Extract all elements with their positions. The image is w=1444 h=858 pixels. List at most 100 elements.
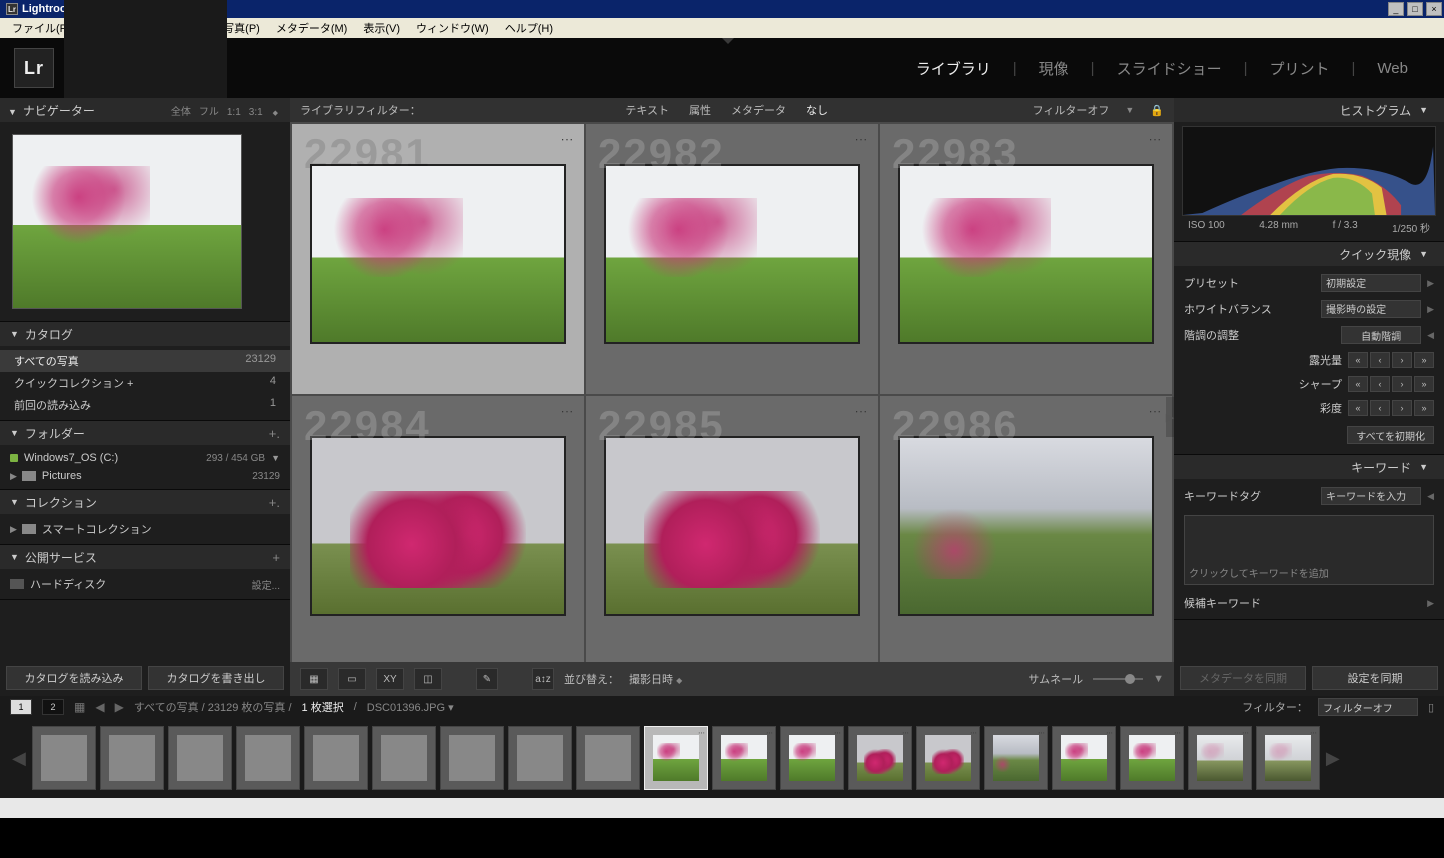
filmstrip-cell[interactable]: ∙∙∙ (1052, 726, 1116, 790)
chevron-left-icon[interactable]: ◀ (1421, 330, 1434, 341)
whitebalance-dropdown[interactable]: 撮影時の設定 (1321, 300, 1421, 318)
cell-menu-icon[interactable]: ∙∙∙ (1149, 404, 1162, 418)
cell-menu-icon[interactable]: ∙∙∙ (902, 728, 909, 737)
zoom-level-option[interactable]: フル (199, 107, 219, 118)
menu-item[interactable]: 表示(V) (355, 18, 408, 38)
menu-item[interactable]: ウィンドウ(W) (408, 18, 497, 38)
preset-dropdown[interactable]: 初期設定 (1321, 274, 1421, 292)
cell-menu-icon[interactable]: ∙∙∙ (1174, 728, 1181, 737)
filmstrip-cell[interactable]: ∙∙∙ (916, 726, 980, 790)
filmstrip-cell[interactable]: ∙∙∙ (984, 726, 1048, 790)
grid-cell[interactable]: 22986∙∙∙ (880, 396, 1172, 662)
filmstrip-cell[interactable]: ∙∙∙ (780, 726, 844, 790)
module-tab[interactable]: プリント (1270, 58, 1330, 79)
grid-cell[interactable]: 22982∙∙∙ (586, 124, 878, 394)
publish-service-row[interactable]: ハードディスク 設定... (0, 573, 290, 595)
chevron-right-icon[interactable]: ▶ (10, 471, 17, 482)
survey-view-button[interactable]: ◫ (414, 668, 442, 690)
exposure-stepper[interactable]: «‹›» (1348, 352, 1434, 368)
breadcrumb-path[interactable]: すべての写真 / 23129 枚の写真 / (134, 699, 292, 715)
restore-button[interactable]: □ (1407, 2, 1423, 16)
keyword-tag-dropdown[interactable]: キーワードを入力 (1321, 487, 1421, 505)
volume-row[interactable]: Windows7_OS (C:) 293 / 454 GB ▼ (0, 449, 290, 467)
cell-menu-icon[interactable]: ∙∙∙ (1106, 728, 1113, 737)
cell-menu-icon[interactable]: ∙∙∙ (1149, 132, 1162, 146)
chevron-right-icon[interactable]: ▶ (1421, 278, 1434, 289)
current-filename[interactable]: DSC01396.JPG ▾ (367, 701, 454, 714)
filmstrip-right-arrow[interactable]: ▶ (1324, 748, 1342, 769)
minimize-button[interactable]: _ (1388, 2, 1404, 16)
module-tab[interactable]: スライドショー (1117, 58, 1222, 79)
menu-item[interactable]: メタデータ(M) (268, 18, 356, 38)
filter-off-button[interactable]: フィルターオフ (1033, 102, 1110, 118)
zoom-level-option[interactable]: 3:1 (249, 107, 263, 118)
chevron-down-icon[interactable]: ▼ (1419, 249, 1428, 259)
catalog-item[interactable]: すべての写真23129 (0, 350, 290, 372)
filmstrip-cell[interactable] (168, 726, 232, 790)
grid-cell[interactable]: 22985∙∙∙ (586, 396, 878, 662)
grid-view-button[interactable]: ▦ (300, 668, 328, 690)
nav-back-button[interactable]: ◀ (95, 700, 104, 714)
filmstrip-cell[interactable] (236, 726, 300, 790)
filmstrip-cell[interactable] (304, 726, 368, 790)
histogram-display[interactable] (1182, 126, 1436, 216)
filter-type-button[interactable]: 属性 (689, 105, 711, 117)
add-publish-button[interactable]: + (272, 550, 280, 565)
cell-menu-icon[interactable]: ∙∙∙ (1038, 728, 1045, 737)
chevron-right-icon[interactable]: ▶ (1421, 304, 1434, 315)
add-folder-button[interactable]: +. (269, 426, 280, 441)
filmstrip-cell[interactable]: ∙∙∙ (1188, 726, 1252, 790)
module-tab[interactable]: 現像 (1039, 58, 1069, 79)
filter-switch-icon[interactable]: ▯ (1428, 701, 1434, 714)
filmstrip-filter-dropdown[interactable]: フィルターオフ (1318, 698, 1418, 716)
sort-field-dropdown[interactable]: 撮影日時 ◆ (629, 671, 682, 687)
chevron-down-icon[interactable]: ▼ (271, 453, 280, 463)
module-tab[interactable]: Web (1377, 60, 1408, 77)
filmstrip-cell[interactable] (372, 726, 436, 790)
keyword-input-area[interactable]: クリックしてキーワードを追加 (1184, 515, 1434, 585)
catalog-item[interactable]: クイックコレクション +4 (0, 372, 290, 394)
filmstrip-cell[interactable]: ∙∙∙ (848, 726, 912, 790)
cell-menu-icon[interactable]: ∙∙∙ (698, 728, 705, 737)
filmstrip-cell[interactable]: ∙∙∙ (1120, 726, 1184, 790)
smart-collection-row[interactable]: ▶ スマートコレクション (0, 518, 290, 540)
filter-type-button[interactable]: テキスト (625, 105, 669, 117)
close-button[interactable]: × (1426, 2, 1442, 16)
cell-menu-icon[interactable]: ∙∙∙ (1310, 728, 1317, 737)
filmstrip-cell[interactable] (576, 726, 640, 790)
chevron-left-icon[interactable]: ◀ (1421, 491, 1434, 502)
grid-cell[interactable]: 22981∙∙∙ (292, 124, 584, 394)
thumbnail-image[interactable] (310, 164, 566, 344)
sync-settings-button[interactable]: 設定を同期 (1312, 666, 1438, 690)
loupe-view-button[interactable]: ▭ (338, 668, 366, 690)
thumbnail-image[interactable] (604, 436, 860, 616)
chevron-right-icon[interactable]: ▶ (10, 524, 17, 535)
export-catalog-button[interactable]: カタログを書き出し (148, 666, 284, 690)
filmstrip-left-arrow[interactable]: ◀ (10, 748, 28, 769)
add-collection-button[interactable]: +. (269, 495, 280, 510)
catalog-item[interactable]: 前回の読み込み1 (0, 394, 290, 416)
cell-menu-icon[interactable]: ∙∙∙ (561, 404, 574, 418)
grid-cell[interactable]: 22984∙∙∙ (292, 396, 584, 662)
saturate-stepper[interactable]: «‹›» (1348, 400, 1434, 416)
chevron-down-icon[interactable]: ▼ (1419, 105, 1428, 115)
right-panel-toggle-icon[interactable]: ▶ (1166, 397, 1174, 437)
zoom-dropdown-icon[interactable]: ◆ (271, 110, 278, 117)
cell-menu-icon[interactable]: ∙∙∙ (561, 132, 574, 146)
menu-item[interactable]: ヘルプ(H) (497, 18, 561, 38)
cell-menu-icon[interactable]: ∙∙∙ (970, 728, 977, 737)
reset-all-button[interactable]: すべてを初期化 (1347, 426, 1434, 444)
publish-setup-button[interactable]: 設定... (252, 577, 280, 592)
panel-collapse-top-icon[interactable] (722, 38, 734, 44)
cell-menu-icon[interactable]: ∙∙∙ (855, 404, 868, 418)
filmstrip-cell[interactable] (508, 726, 572, 790)
auto-tone-button[interactable]: 自動階調 (1341, 326, 1421, 344)
cell-menu-icon[interactable]: ∙∙∙ (766, 728, 773, 737)
primary-monitor-button[interactable]: 1 (10, 699, 32, 715)
lock-icon[interactable]: 🔒 (1150, 104, 1164, 117)
sort-direction-button[interactable]: a↕z (532, 668, 554, 690)
thumbnail-size-slider[interactable] (1093, 678, 1143, 680)
nav-forward-button[interactable]: ▶ (115, 700, 124, 714)
compare-view-button[interactable]: XY (376, 668, 404, 690)
filter-type-button[interactable]: なし (806, 105, 828, 117)
